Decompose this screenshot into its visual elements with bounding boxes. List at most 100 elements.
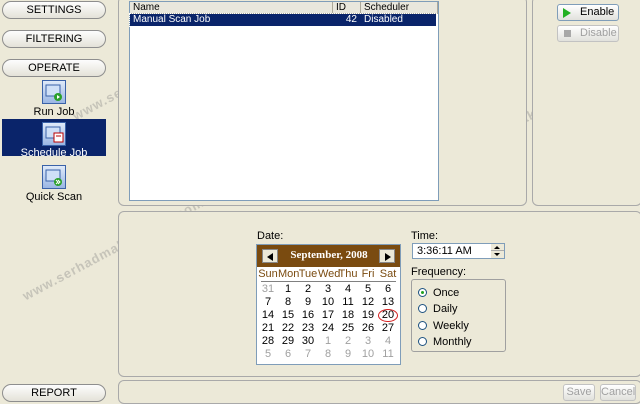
calendar-day[interactable]: 14 (258, 309, 278, 322)
column-header-id[interactable]: ID (333, 2, 361, 14)
next-month-button[interactable] (379, 249, 395, 263)
calendar-header: September, 2008 (257, 245, 400, 267)
run-job-icon (42, 80, 66, 104)
quick-scan-label: Quick Scan (25, 191, 83, 203)
calendar-day[interactable]: 2 (338, 335, 358, 348)
quick-scan-item[interactable]: Quick Scan (2, 165, 106, 203)
table-row[interactable]: Manual Scan Job 42 Disabled (129, 13, 437, 27)
calendar-day[interactable]: 9 (298, 296, 318, 309)
job-name-cell: Manual Scan Job (133, 14, 211, 25)
calendar-day[interactable]: 1 (318, 335, 338, 348)
action-panel: Enable Disable (532, 0, 640, 206)
job-table: Name ID Scheduler Manual Scan Job 42 Dis… (129, 1, 439, 201)
calendar-day[interactable]: 23 (298, 322, 318, 335)
job-scheduler-cell: Disabled (364, 14, 403, 25)
time-up-button[interactable] (491, 244, 504, 251)
footer-panel: Save Cancel (118, 380, 640, 404)
calendar-day[interactable]: 24 (318, 322, 338, 335)
weekday-label: Thu (338, 268, 358, 280)
column-header-name[interactable]: Name (130, 2, 333, 14)
column-header-scheduler[interactable]: Scheduler (361, 2, 438, 14)
calendar-day[interactable]: 4 (338, 283, 358, 296)
calendar-month-title[interactable]: September, 2008 (279, 249, 379, 261)
previous-month-button[interactable] (262, 249, 278, 263)
disable-label: Disable (580, 27, 617, 39)
calendar-day[interactable]: 30 (298, 335, 318, 348)
calendar-days: 31 1 2 3 4 5 6 7 8 9 10 11 12 13 14 15 16 17 18 19 20 21 22 23 2… (257, 283, 400, 363)
calendar-day[interactable]: 31 (258, 283, 278, 296)
chevron-down-icon (494, 253, 500, 256)
calendar-day[interactable]: 10 (318, 296, 338, 309)
calendar-day[interactable]: 18 (338, 309, 358, 322)
frequency-label: Frequency: (411, 266, 467, 278)
calendar-day[interactable]: 3 (358, 335, 378, 348)
weekday-divider (261, 281, 396, 282)
calendar-day[interactable]: 22 (278, 322, 298, 335)
run-job-item[interactable]: Run Job (2, 80, 106, 118)
calendar-day[interactable]: 6 (278, 348, 298, 361)
frequency-option-label: Weekly (433, 320, 469, 332)
calendar-day[interactable]: 9 (338, 348, 358, 361)
calendar-day[interactable]: 2 (298, 283, 318, 296)
calendar-day[interactable]: 7 (258, 296, 278, 309)
frequency-monthly-radio[interactable]: Monthly (418, 335, 472, 349)
calendar-day[interactable]: 17 (318, 309, 338, 322)
calendar-day[interactable]: 15 (278, 309, 298, 322)
calendar-day[interactable]: 25 (338, 322, 358, 335)
calendar-day[interactable]: 21 (258, 322, 278, 335)
left-nav: SETTINGS FILTERING OPERATE Run Job Sched… (0, 0, 110, 402)
calendar-day[interactable]: 5 (258, 348, 278, 361)
radio-icon (418, 304, 427, 313)
calendar-day[interactable]: 8 (278, 296, 298, 309)
disable-button[interactable]: Disable (557, 25, 619, 42)
calendar-day[interactable]: 11 (338, 296, 358, 309)
time-down-button[interactable] (491, 251, 504, 258)
calendar-day[interactable]: 4 (378, 335, 398, 348)
calendar-day[interactable]: 1 (278, 283, 298, 296)
time-value: 3:36:11 AM (417, 245, 472, 257)
frequency-option-label: Once (433, 287, 460, 299)
calendar-day[interactable]: 11 (378, 348, 398, 361)
cancel-button[interactable]: Cancel (600, 384, 636, 401)
report-button[interactable]: REPORT (2, 384, 106, 402)
calendar-day[interactable]: 8 (318, 348, 338, 361)
calendar-day[interactable]: 16 (298, 309, 318, 322)
enable-label: Enable (580, 6, 615, 18)
frequency-once-radio[interactable]: Once (418, 286, 459, 300)
weekday-row: Sun Mon Tue Wed Thu Fri Sat (257, 268, 400, 281)
play-icon (563, 8, 571, 18)
frequency-group: Once Daily Weekly Monthly (411, 279, 506, 352)
frequency-option-label: Daily (433, 303, 458, 315)
enable-button[interactable]: Enable (557, 4, 619, 21)
settings-button[interactable]: SETTINGS (2, 1, 106, 19)
save-button[interactable]: Save (563, 384, 595, 401)
frequency-daily-radio[interactable]: Daily (418, 302, 457, 316)
calendar-day[interactable]: 13 (378, 296, 398, 309)
calendar-day[interactable]: 28 (258, 335, 278, 348)
date-label: Date: (257, 230, 284, 242)
calendar-day[interactable]: 3 (318, 283, 338, 296)
calendar-day[interactable]: 6 (378, 283, 398, 296)
time-field[interactable]: 3:36:11 AM (412, 243, 505, 259)
job-id-cell: 42 (345, 14, 357, 25)
schedule-job-icon (42, 122, 66, 146)
calendar-day[interactable]: 27 (378, 322, 398, 335)
frequency-weekly-radio[interactable]: Weekly (418, 319, 469, 333)
schedule-job-item[interactable]: Schedule Job (2, 119, 106, 159)
weekday-label: Wed (318, 268, 341, 280)
calendar-day[interactable]: 26 (358, 322, 378, 335)
calendar-day[interactable]: 29 (278, 335, 298, 348)
calendar-day[interactable]: 19 (358, 309, 378, 322)
radio-selected-icon (418, 288, 427, 297)
calendar-day[interactable]: 12 (358, 296, 378, 309)
radio-icon (418, 321, 427, 330)
calendar-day[interactable]: 20 (378, 309, 398, 322)
calendar-day[interactable]: 5 (358, 283, 378, 296)
frequency-option-label: Monthly (433, 336, 472, 348)
weekday-label: Tue (298, 268, 318, 280)
calendar-day[interactable]: 7 (298, 348, 318, 361)
calendar-day[interactable]: 10 (358, 348, 378, 361)
weekday-label: Sun (258, 268, 278, 280)
filtering-button[interactable]: FILTERING (2, 30, 106, 48)
operate-button[interactable]: OPERATE (2, 59, 106, 77)
